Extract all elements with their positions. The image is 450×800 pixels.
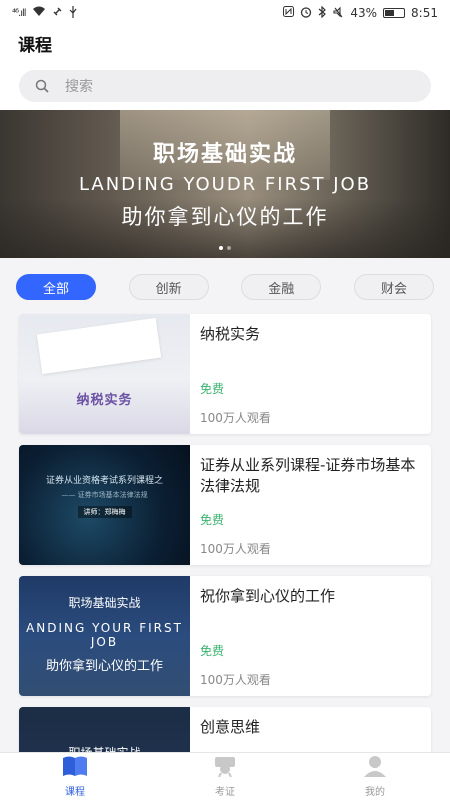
nav-label: 课程 [65, 787, 85, 798]
battery-percent: 43% [350, 6, 378, 20]
thumbnail-text: 职场基础实战 [68, 596, 141, 610]
banner-dot[interactable] [219, 246, 223, 250]
bottom-nav: 课程 考证 我的 [0, 752, 450, 800]
course-price: 免费 [200, 513, 225, 527]
nav-profile[interactable]: 我的 [300, 753, 450, 800]
course-thumbnail: 证券从业资格考试系列课程之 —— 证券市场基本法律法规 讲师：郑梅梅 [19, 445, 190, 565]
app-header: 课程 [0, 26, 450, 60]
book-icon [62, 755, 88, 781]
category-tabs: 全部 创新 金融 财会 [0, 258, 450, 300]
course-thumbnail: 纳税实务 [19, 314, 190, 434]
bluetooth-icon [318, 5, 327, 21]
banner-tagline: 助你拿到心仪的工作 [121, 205, 329, 229]
course-views: 100万人观看 [200, 673, 271, 687]
course-price: 免费 [200, 382, 225, 396]
user-icon [363, 755, 387, 781]
thumbnail-text: 讲师：郑梅梅 [77, 505, 132, 518]
certificate-icon [213, 755, 237, 781]
banner-pagination [219, 246, 231, 250]
thumbnail-text: 纳税实务 [76, 393, 133, 408]
tab-innovation[interactable]: 创新 [128, 274, 209, 300]
nav-courses[interactable]: 课程 [0, 753, 150, 800]
course-card[interactable]: 纳税实务 纳税实务 免费 100万人观看 [19, 314, 431, 434]
thumbnail-text: ANDING YOUR FIRST JOB [26, 621, 183, 649]
course-views: 100万人观看 [200, 411, 271, 425]
nfc-icon [283, 6, 295, 20]
course-card[interactable]: 职场基础实战 ANDING YOUR FIRST JOB 助你拿到心仪的工作 祝… [19, 576, 431, 696]
course-thumbnail: 职场基础实战 ANDING YOUR FIRST JOB 助你拿到心仪的工作 [19, 576, 190, 696]
clock: 8:51 [411, 6, 438, 20]
usb-icon [69, 5, 77, 21]
page-title: 课程 [18, 35, 52, 56]
battery-icon [383, 8, 406, 18]
banner-title: 职场基础实战 [152, 142, 297, 167]
course-title: 纳税实务 [200, 325, 261, 343]
thumbnail-text: —— 证券市场基本法律法规 [61, 490, 148, 499]
course-title: 证券从业系列课程-证券市场基本法律法规 [200, 456, 416, 495]
course-views: 100万人观看 [200, 542, 271, 556]
course-price: 免费 [200, 644, 225, 658]
tab-accounting[interactable]: 财会 [353, 274, 434, 300]
thumbnail-text: 证券从业资格考试系列课程之 [45, 475, 163, 486]
course-title: 祝你拿到心仪的工作 [200, 587, 336, 605]
thumbnail-text: 助你拿到心仪的工作 [45, 659, 163, 674]
promo-banner[interactable]: 职场基础实战 LANDING YOUDR FIRST JOB 助你拿到心仪的工作 [0, 110, 450, 258]
banner-subtitle: LANDING YOUDR FIRST JOB [78, 174, 372, 195]
course-card[interactable]: 证券从业资格考试系列课程之 —— 证券市场基本法律法规 讲师：郑梅梅 证券从业系… [19, 445, 431, 565]
status-bar: ⁴⁶.ıll 43% 8:51 [0, 0, 450, 26]
search-bar: 搜索 [0, 60, 450, 110]
search-placeholder: 搜索 [65, 79, 93, 95]
signal-icon: ⁴⁶.ıll [12, 7, 26, 19]
nav-certificate[interactable]: 考证 [150, 753, 300, 800]
banner-dot[interactable] [227, 246, 231, 250]
course-list: 纳税实务 纳税实务 免费 100万人观看 证券从业资格考试系列课程之 —— 证券… [0, 300, 450, 800]
nav-label: 考证 [215, 787, 235, 798]
mute-icon [332, 6, 344, 21]
link-icon [52, 6, 63, 20]
search-input[interactable]: 搜索 [19, 70, 431, 102]
tab-finance[interactable]: 金融 [241, 274, 322, 300]
search-icon [35, 79, 49, 93]
tab-all[interactable]: 全部 [16, 274, 96, 300]
wifi-icon [32, 6, 46, 20]
nav-label: 我的 [365, 787, 385, 798]
alarm-icon [300, 6, 312, 21]
